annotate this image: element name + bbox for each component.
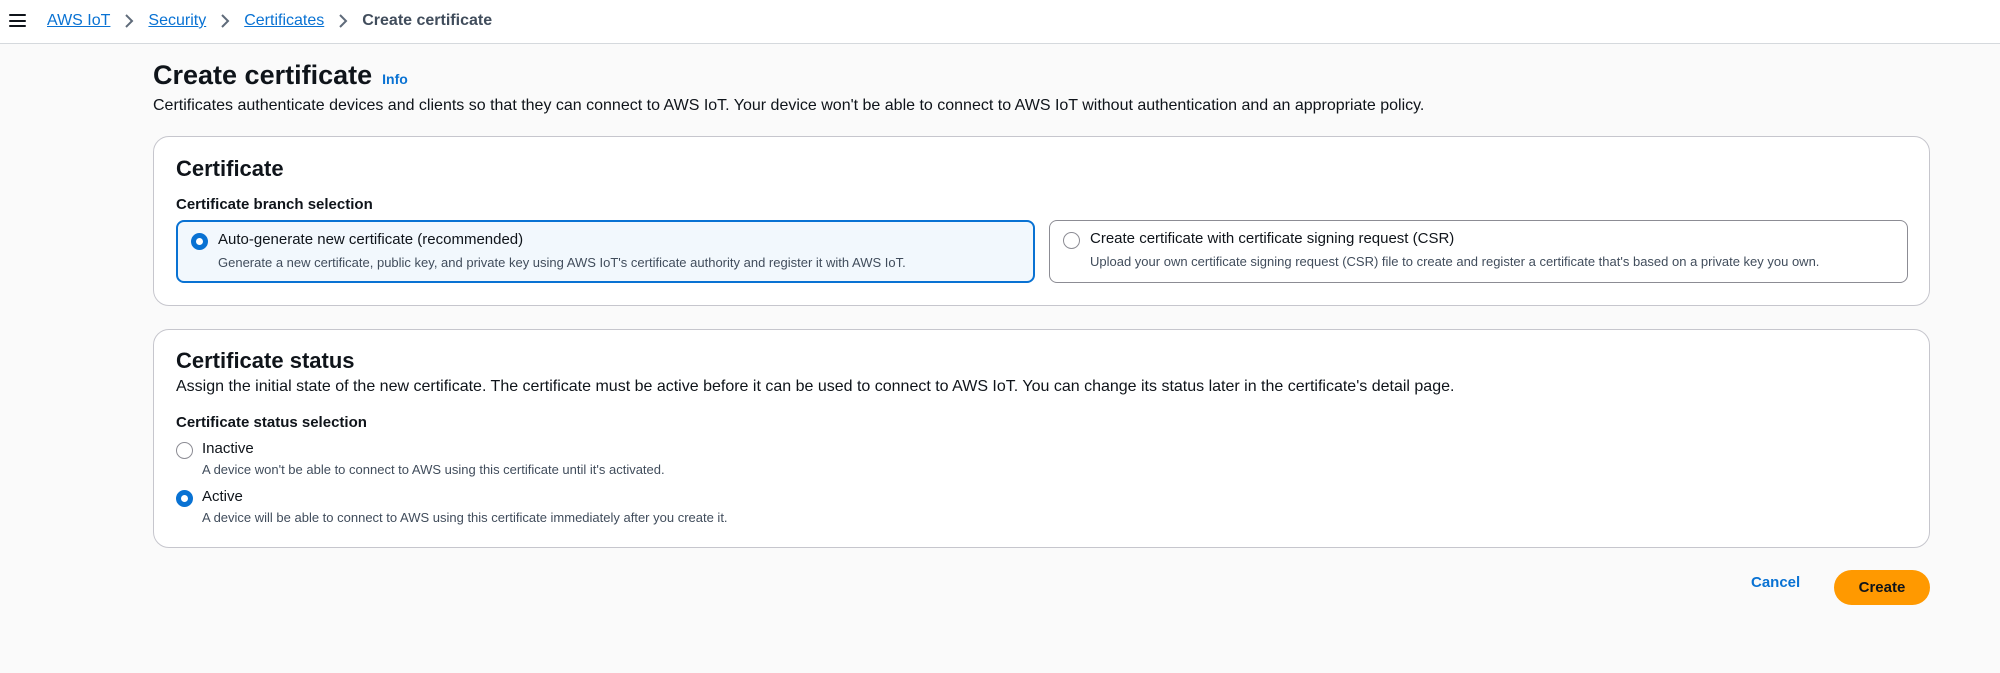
inactive-radio[interactable] [176, 442, 193, 459]
certificate-heading: Certificate [176, 156, 284, 181]
info-link[interactable]: Info [382, 71, 408, 87]
breadcrumb-link-security[interactable]: Security [148, 12, 206, 30]
active-label: Active [202, 488, 243, 505]
certificate-container: Certificate Certificate branch selection… [153, 136, 1930, 306]
hamburger-menu-icon[interactable] [9, 12, 26, 29]
certificate-status-description: Assign the initial state of the new cert… [176, 378, 1455, 395]
certificate-status-container: Certificate status Assign the initial st… [153, 329, 1930, 548]
csr-description: Upload your own certificate signing requ… [1090, 254, 1820, 269]
auto-generate-tile[interactable]: Auto-generate new certificate (recommend… [176, 220, 1035, 283]
page-title: Create certificate [153, 60, 373, 90]
csr-label: Create certificate with certificate sign… [1090, 230, 1455, 247]
cancel-button[interactable]: Cancel [1751, 574, 1800, 591]
certificate-status-heading: Certificate status [176, 348, 355, 373]
inactive-description: A device won't be able to connect to AWS… [202, 462, 665, 477]
certificate-branch-label: Certificate branch selection [176, 196, 373, 213]
auto-generate-label: Auto-generate new certificate (recommend… [218, 231, 524, 248]
csr-radio[interactable] [1063, 232, 1080, 249]
active-radio[interactable] [176, 490, 193, 507]
chevron-right-icon [110, 12, 148, 30]
active-description: A device will be able to connect to AWS … [202, 510, 728, 525]
breadcrumb-link-aws-iot[interactable]: AWS IoT [47, 12, 110, 30]
certificate-status-selection-label: Certificate status selection [176, 414, 367, 431]
chevron-right-icon [206, 12, 244, 30]
auto-generate-description: Generate a new certificate, public key, … [218, 255, 906, 270]
create-button[interactable]: Create [1834, 570, 1930, 605]
auto-generate-radio[interactable] [191, 233, 208, 250]
breadcrumb-current: Create certificate [362, 12, 493, 29]
breadcrumb: AWS IoT Security Certificates Create cer… [47, 10, 492, 32]
chevron-right-icon [324, 12, 362, 30]
page-header: Create certificate Info [153, 60, 408, 91]
inactive-label: Inactive [202, 440, 254, 457]
top-bar: AWS IoT Security Certificates Create cer… [0, 0, 2000, 44]
page-description: Certificates authenticate devices and cl… [153, 97, 1425, 114]
breadcrumb-link-certificates[interactable]: Certificates [244, 12, 324, 30]
csr-tile[interactable]: Create certificate with certificate sign… [1049, 220, 1908, 283]
